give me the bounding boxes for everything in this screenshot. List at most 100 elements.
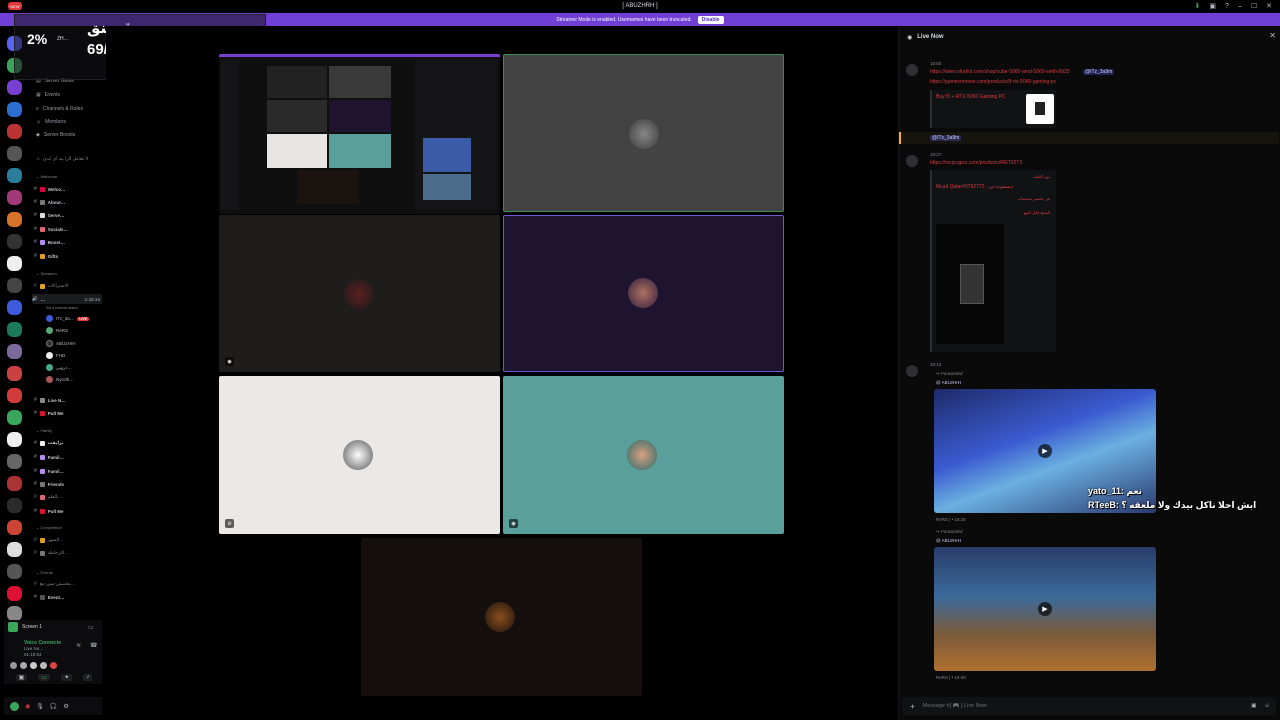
channel-competition-2[interactable]: # الترحاطة… xyxy=(34,548,69,558)
category-family[interactable]: ⌄ Family xyxy=(36,428,52,433)
participant-tile[interactable] xyxy=(503,215,784,372)
server-icon[interactable] xyxy=(7,168,22,183)
channel-about[interactable]: # About… xyxy=(34,197,65,207)
popout-icon[interactable]: ▭ xyxy=(88,624,94,631)
server-icon[interactable] xyxy=(7,190,22,205)
channels-roles-item[interactable]: ≡ Channels & Roles xyxy=(36,104,83,114)
server-icon[interactable] xyxy=(7,606,22,621)
add-attachment-icon[interactable]: + xyxy=(910,702,915,711)
camera-icon[interactable]: ▣ xyxy=(15,674,28,681)
video-clip[interactable]: ▶ xyxy=(934,547,1156,671)
server-icon[interactable] xyxy=(7,586,22,601)
screen-share-row[interactable]: Screen 1 xyxy=(8,622,42,632)
server-icon[interactable] xyxy=(7,80,22,95)
help-icon[interactable]: ? xyxy=(1225,3,1229,10)
stream-tile-screenshare[interactable] xyxy=(219,54,500,214)
server-icon[interactable] xyxy=(7,454,22,469)
channel-subscriptions[interactable]: # الاشتراكات xyxy=(34,281,68,291)
maximize-icon[interactable]: ☐ xyxy=(1251,2,1257,10)
server-icon[interactable] xyxy=(7,278,22,293)
download-icon[interactable]: ⬇ xyxy=(1195,2,1201,10)
message-link[interactable]: https://gamerzonene.com/products/8-rtx-5… xyxy=(930,79,1056,85)
threads-icon[interactable]: ◉ xyxy=(907,34,912,41)
voice-user[interactable]: ITz_3a… LIVE xyxy=(46,314,90,323)
server-icon[interactable] xyxy=(7,542,22,557)
server-icon[interactable] xyxy=(7,146,22,161)
participant-tile[interactable] xyxy=(503,54,784,212)
server-icon[interactable] xyxy=(7,564,22,579)
voice-connected-channel[interactable]: Live No… xyxy=(24,646,44,651)
events-item[interactable]: ▦ Events xyxy=(36,90,60,100)
voice-user[interactable]: ABUzHrH xyxy=(46,339,76,348)
avatar[interactable] xyxy=(906,64,918,76)
disable-streamer-mode-button[interactable]: Disable xyxy=(697,15,724,24)
gift-icon[interactable]: ▣ xyxy=(1251,703,1256,709)
channel-pull-me[interactable]: # Pull Me xyxy=(34,408,64,418)
channel-status[interactable]: Set a channel status xyxy=(46,303,78,313)
channel-gifts[interactable]: # Gifts xyxy=(34,251,58,261)
voice-user[interactable]: FHD xyxy=(46,351,65,360)
members-item[interactable]: ☺ Members xyxy=(36,117,66,127)
channel-pull-me-2[interactable]: # Pull Me xyxy=(34,506,64,516)
channel-private[interactable]: # برايفت xyxy=(34,438,64,448)
close-icon[interactable]: ✕ xyxy=(1269,31,1276,40)
forwarded-from[interactable]: @ ABUzHrH xyxy=(936,380,961,385)
channel-friends[interactable]: # Friends xyxy=(34,479,64,489)
server-icon[interactable] xyxy=(7,344,22,359)
category-competition[interactable]: ⌄ Competition xyxy=(36,525,62,530)
server-icon[interactable] xyxy=(7,102,22,117)
message-input[interactable]: + Message #[ 🎮 ] Live Now ▣ ☺ xyxy=(902,697,1276,715)
link-embed[interactable]: Buy I5 + RTX 5060 Gaming PC xyxy=(930,90,1056,128)
channel-socials[interactable]: # Socials… xyxy=(34,224,68,234)
voice-user[interactable]: دروبي… xyxy=(46,363,72,372)
category-welcome[interactable]: ⌄ Welcome xyxy=(36,174,57,179)
avatar[interactable] xyxy=(10,701,19,711)
participant-tile[interactable] xyxy=(361,538,642,696)
channel-boost[interactable]: # Boost… xyxy=(34,237,65,247)
server-icon[interactable] xyxy=(7,124,22,139)
server-icon[interactable] xyxy=(7,322,22,337)
headphones-icon[interactable]: 🎧 xyxy=(50,703,57,710)
channel-event-photos[interactable]: # مخصص-صور-مع… xyxy=(34,579,75,589)
avatar[interactable] xyxy=(906,365,918,377)
participant-tile[interactable]: ⊘ xyxy=(219,376,500,534)
mic-icon[interactable]: 🎙 xyxy=(36,703,44,710)
settings-icon[interactable]: ⚙ xyxy=(63,703,68,710)
server-icon[interactable] xyxy=(7,410,22,425)
voice-user[interactable]: Nyroth… xyxy=(46,375,74,384)
channel-event[interactable]: # Event… xyxy=(34,592,65,602)
embed-title[interactable]: Buy I5 + RTX 5060 Gaming PC xyxy=(936,94,1006,100)
server-icon[interactable] xyxy=(7,388,22,403)
server-boosts-item[interactable]: ◆ Server Boosts xyxy=(36,130,75,140)
emoji-icon[interactable]: ☺ xyxy=(1264,703,1276,709)
server-icon[interactable] xyxy=(7,256,22,271)
screen-share-icon[interactable]: ▭ xyxy=(38,674,51,681)
play-icon[interactable]: ▶ xyxy=(1038,602,1052,616)
server-icon[interactable] xyxy=(7,520,22,535)
inbox-icon[interactable]: ▣ xyxy=(1209,2,1216,10)
participant-tile[interactable]: ◉ xyxy=(503,376,784,534)
minimize-icon[interactable]: – xyxy=(1238,3,1242,10)
activities-icon[interactable]: ✦ xyxy=(61,674,73,681)
server-icon[interactable] xyxy=(7,300,22,315)
soundboard-icon[interactable]: ♪ xyxy=(83,674,93,681)
channel-month[interactable]: # الشهر… xyxy=(34,535,63,545)
category-streamer[interactable]: ⌄ Streamer xyxy=(36,271,57,276)
user-mention[interactable]: @ITz_3a9m xyxy=(930,135,962,141)
message-link[interactable]: https://mcqcqpcs.com/products/RGT92T3 xyxy=(930,160,1022,166)
streamer-mode-icon[interactable]: ◉ xyxy=(25,703,30,710)
server-icon[interactable] xyxy=(7,476,22,491)
channel-arabic[interactable]: # بالقلم… xyxy=(34,492,63,502)
channel-welcome[interactable]: # Welco… xyxy=(34,184,65,194)
link-embed[interactable]: نوع الملف Mcad Qatar#0792772 - ديسفونة-ب… xyxy=(930,170,1056,352)
close-window-icon[interactable]: ✕ xyxy=(1266,2,1272,10)
channel-server[interactable]: # Serve… xyxy=(34,210,65,220)
server-icon[interactable] xyxy=(7,366,22,381)
channel-family-2[interactable]: # Famil… xyxy=(34,466,64,476)
category-events[interactable]: ⌄ Events xyxy=(36,570,53,575)
voice-user[interactable]: ReRS xyxy=(46,326,68,335)
user-mention[interactable]: @ITz_3a9m xyxy=(1083,69,1115,75)
channel-family-1[interactable]: # Famil… xyxy=(34,452,64,462)
server-icon[interactable] xyxy=(7,498,22,513)
embed-image[interactable] xyxy=(936,224,1004,344)
